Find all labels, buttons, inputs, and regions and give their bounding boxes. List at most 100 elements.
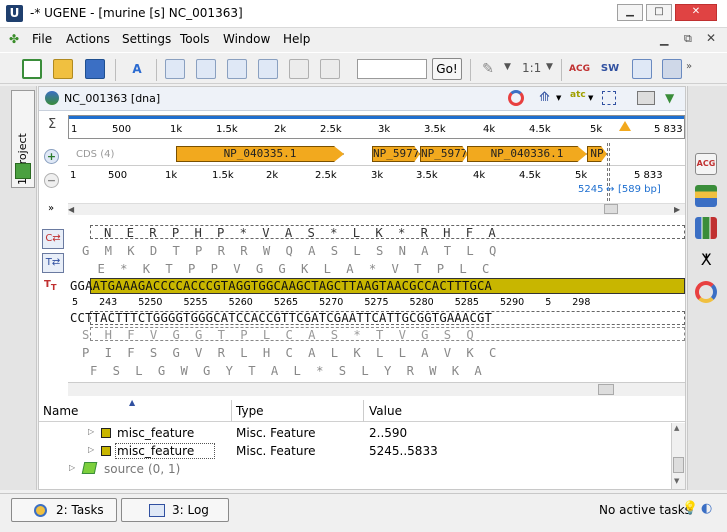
circular-view-icon[interactable] — [695, 281, 717, 303]
new-project-icon[interactable] — [22, 59, 42, 79]
chevron-right-icon[interactable]: ▷ — [88, 445, 94, 454]
show-complement-button[interactable]: C⇄ — [42, 229, 64, 249]
copy-complement-icon[interactable] — [196, 59, 216, 79]
feature-np-partial[interactable]: NP — [587, 146, 607, 162]
main-toolbar: A Go! ✎ ▼ 1:1 ▼ ACG SW » — [0, 52, 727, 84]
table-row[interactable]: ▷ misc_feature Misc. Feature 5245..5833 — [39, 442, 671, 460]
details-scroll-thumb[interactable] — [598, 384, 614, 395]
details-scrollbar[interactable] — [68, 382, 685, 396]
menu-actions[interactable]: Actions — [66, 32, 110, 46]
goto-position-input[interactable] — [357, 59, 427, 79]
annotations-scroll-thumb[interactable] — [673, 457, 684, 473]
export-icon[interactable] — [662, 59, 682, 79]
sigma-icon[interactable]: Σ — [48, 117, 56, 132]
complement-strand: CCTTACTTTCTGGGGTGGGCATCCACCGTTCGATCGAATT… — [70, 311, 493, 325]
save-icon[interactable] — [85, 59, 105, 79]
track-label: CDS (4) — [76, 149, 115, 160]
menu-settings[interactable]: Settings — [122, 32, 171, 46]
sequence-details[interactable]: N E R P H P * V A S * L K * R H F A G M … — [68, 222, 685, 382]
annotations-tree: ▷ misc_feature Misc. Feature 2..590 ▷ mi… — [39, 423, 671, 489]
menu-window[interactable]: Window — [223, 32, 270, 46]
collapse-icon[interactable]: ▼ — [665, 91, 674, 105]
paste-icon[interactable] — [289, 59, 309, 79]
sequence-header: NC_001363 [dna] ⟰ ▼ atc ▼ ▼ — [39, 87, 685, 111]
toolbar-expand-icon[interactable]: » — [686, 61, 692, 72]
position-marker[interactable] — [619, 121, 631, 131]
direct-strand: GGAATGAAAGACCCCACCCGTAGGTGGCAAGCTAGCTTAA… — [70, 279, 493, 293]
close-button[interactable]: ✕ — [675, 4, 717, 21]
mdi-close-icon[interactable]: ✕ — [706, 31, 716, 45]
feature-color-icon — [101, 428, 111, 438]
menu-tools[interactable]: Tools — [180, 32, 210, 46]
search-pattern-icon[interactable]: ACG — [695, 153, 717, 175]
chevron-down-icon[interactable]: ▼ — [556, 94, 561, 102]
maximize-button[interactable]: □ — [646, 4, 672, 21]
translation-top: N E R P H P * V A S * L K * R H F A — [104, 226, 496, 240]
scroll-up-icon[interactable]: ▲ — [674, 424, 679, 432]
link-icon[interactable]: ✎ — [478, 59, 498, 79]
scroll-thumb[interactable] — [604, 204, 618, 214]
notification-icon[interactable]: ◐ — [701, 501, 712, 516]
minimize-button[interactable]: ▁ — [617, 4, 643, 21]
reverse-frame-1: S H F V G G T P L C A S * T V G S Q — [82, 328, 474, 342]
column-name[interactable]: Name — [43, 404, 78, 418]
select-range-icon[interactable] — [602, 91, 616, 105]
search-sequence-icon[interactable]: A — [127, 59, 147, 79]
chevron-down-icon[interactable]: ▼ — [504, 62, 511, 72]
feature-np-5977-b[interactable]: NP_5977 — [420, 146, 468, 162]
show-translation-button[interactable]: T⇄ — [42, 253, 64, 273]
menu-file[interactable]: File — [32, 32, 52, 46]
details-ruler: 5 243 5250 5255 5260 5265 5270 5275 5280… — [72, 297, 591, 308]
circular-toggle-icon[interactable] — [508, 90, 524, 106]
sort-arrow-icon: ▲ — [129, 398, 136, 407]
translation-icon[interactable]: atc — [570, 90, 586, 100]
zoom-ratio-label[interactable]: 1:1 — [522, 61, 541, 75]
scroll-right-icon[interactable]: ▶ — [674, 205, 680, 214]
copy-annotation-icon[interactable] — [258, 59, 278, 79]
find-pattern-icon[interactable] — [632, 59, 652, 79]
scroll-down-icon[interactable]: ▼ — [674, 477, 679, 485]
overview-visible-range — [69, 116, 684, 119]
chevron-right-icon[interactable]: ▷ — [69, 463, 75, 472]
feature-np-040336[interactable]: NP_040336.1 — [467, 146, 587, 162]
chevron-right-icon[interactable]: ▷ — [88, 427, 94, 436]
feature-np-040335[interactable]: NP_040335.1 — [176, 146, 344, 162]
copy-sequence-icon[interactable] — [165, 59, 185, 79]
chevron-down-icon[interactable]: ▼ — [546, 62, 553, 72]
replace-icon[interactable] — [320, 59, 340, 79]
column-type[interactable]: Type — [236, 404, 264, 418]
smith-waterman-icon[interactable]: SW — [600, 59, 620, 79]
translation-mode-icon[interactable]: TT — [44, 279, 57, 292]
graphs-icon[interactable]: ⟰ — [539, 90, 550, 105]
chevron-down-icon[interactable]: ▼ — [588, 94, 593, 102]
statistics-icon[interactable] — [695, 217, 717, 239]
go-button[interactable]: Go! — [432, 58, 462, 80]
frame-2: E * K T P P V G G K L A * V T P L C — [90, 262, 498, 276]
zoom-in-icon[interactable]: + — [44, 149, 59, 164]
tasks-button[interactable]: 2: Tasks — [11, 498, 117, 522]
open-folder-icon[interactable] — [53, 59, 73, 79]
mdi-restore-icon[interactable]: ⧉ — [684, 32, 692, 46]
copy-translation-icon[interactable] — [227, 59, 247, 79]
scroll-left-icon[interactable]: ◀ — [68, 205, 74, 214]
mdi-minimize-icon[interactable]: ▁ — [660, 33, 668, 46]
annotations-highlight-icon[interactable] — [695, 185, 717, 207]
table-row[interactable]: ▷ source (0, 1) — [39, 460, 671, 478]
column-value[interactable]: Value — [369, 404, 402, 418]
annotations-scrollbar[interactable]: ▲ ▼ — [671, 423, 685, 489]
zoom-out-icon[interactable]: − — [44, 173, 59, 188]
project-tab-icon — [15, 163, 31, 179]
restriction-sites-icon[interactable]: ⵅ — [695, 249, 717, 271]
table-row[interactable]: ▷ misc_feature Misc. Feature 2..590 — [39, 424, 671, 442]
zoom-scrollbar[interactable]: ◀ ▶ — [68, 203, 685, 215]
export-image-icon[interactable] — [637, 91, 655, 105]
complement-icon[interactable]: ACG — [569, 59, 590, 79]
selection-start-label: 5245 — [578, 184, 604, 195]
log-button[interactable]: 3: Log — [121, 498, 229, 522]
zoom-track[interactable]: CDS (4) NP_040335.1 NP_5977 NP_5977 NP_0… — [68, 143, 685, 201]
overview-ruler[interactable]: 1 500 1k 1.5k 2k 2.5k 3k 3.5k 4k 4.5k 5k… — [68, 115, 685, 139]
expand-view-icon[interactable]: » — [48, 203, 54, 214]
lightbulb-icon[interactable]: 💡 — [682, 501, 698, 516]
feature-np-5977-a[interactable]: NP_5977 — [372, 146, 420, 162]
menu-help[interactable]: Help — [283, 32, 310, 46]
